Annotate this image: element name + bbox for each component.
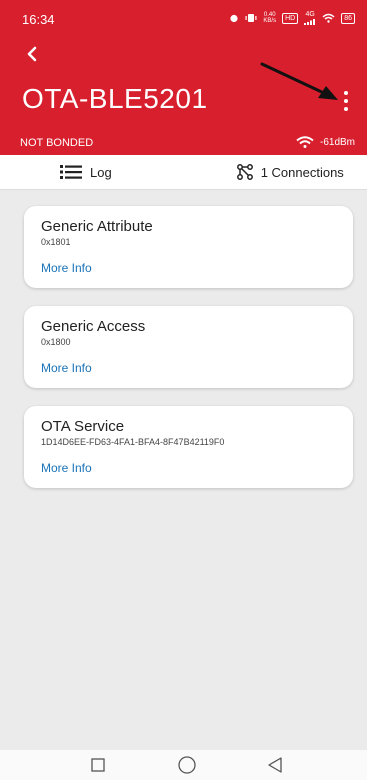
battery-icon: 86 <box>341 12 355 24</box>
hd-badge: HD <box>282 12 299 24</box>
circle-icon <box>178 756 196 774</box>
service-card[interactable]: Generic Attribute 0x1801 More Info <box>24 206 353 288</box>
status-icons: 0.40 KB/s HD 4G 86 <box>229 11 355 25</box>
service-uuid: 1D14D6EE-FD63-4FA1-BFA4-8F47B42119F0 <box>41 437 225 447</box>
tab-bar: Log 1 Connections <box>0 155 367 190</box>
service-uuid: 0x1801 <box>41 237 71 247</box>
service-name: OTA Service <box>41 418 125 435</box>
service-name: Generic Attribute <box>41 218 153 235</box>
tab-connections[interactable]: 1 Connections <box>214 155 367 189</box>
tab-log-label: Log <box>90 164 112 180</box>
overflow-menu-button[interactable] <box>337 88 355 114</box>
tab-log[interactable]: Log <box>0 155 214 189</box>
network-icon <box>236 164 253 180</box>
service-list: Generic Attribute 0x1801 More Info Gener… <box>0 190 367 750</box>
tab-connections-label: 1 Connections <box>260 164 344 180</box>
status-time: 16:34 <box>22 12 55 27</box>
service-uuid: 0x1800 <box>41 337 71 347</box>
app-header: 16:34 0.40 KB/s HD 4G 86 OTA-BLE5201 NOT… <box>0 0 367 155</box>
bond-state: NOT BONDED <box>20 137 94 149</box>
wifi-status-icon <box>322 13 335 23</box>
chevron-left-icon <box>27 46 37 62</box>
dot-icon <box>344 107 348 111</box>
recents-button[interactable] <box>87 754 109 776</box>
dot-icon <box>344 99 348 103</box>
wifi-signal-icon <box>296 136 314 148</box>
back-button[interactable] <box>20 42 44 66</box>
rssi-value: -61dBm <box>319 136 355 148</box>
list-icon <box>60 165 82 179</box>
more-info-link[interactable]: More Info <box>41 361 92 375</box>
alarm-icon <box>230 14 239 23</box>
signal-icon <box>304 19 316 25</box>
annotation-arrow-icon <box>260 62 338 100</box>
more-info-link[interactable]: More Info <box>41 261 92 275</box>
system-nav-bar <box>0 750 367 780</box>
service-card[interactable]: Generic Access 0x1800 More Info <box>24 306 353 388</box>
more-info-link[interactable]: More Info <box>41 461 92 475</box>
triangle-back-icon <box>268 757 282 773</box>
page-title: OTA-BLE5201 <box>22 83 208 114</box>
square-icon <box>91 758 105 772</box>
net-speed: 0.40 KB/s <box>263 12 277 24</box>
rssi-indicator: -61dBm <box>296 136 355 148</box>
service-name: Generic Access <box>41 318 146 335</box>
vibrate-icon <box>245 14 257 22</box>
back-nav-button[interactable] <box>264 754 286 776</box>
dot-icon <box>344 91 348 95</box>
network-badge: 4G <box>304 11 316 25</box>
home-button[interactable] <box>176 754 198 776</box>
service-card[interactable]: OTA Service 1D14D6EE-FD63-4FA1-BFA4-8F47… <box>24 406 353 488</box>
